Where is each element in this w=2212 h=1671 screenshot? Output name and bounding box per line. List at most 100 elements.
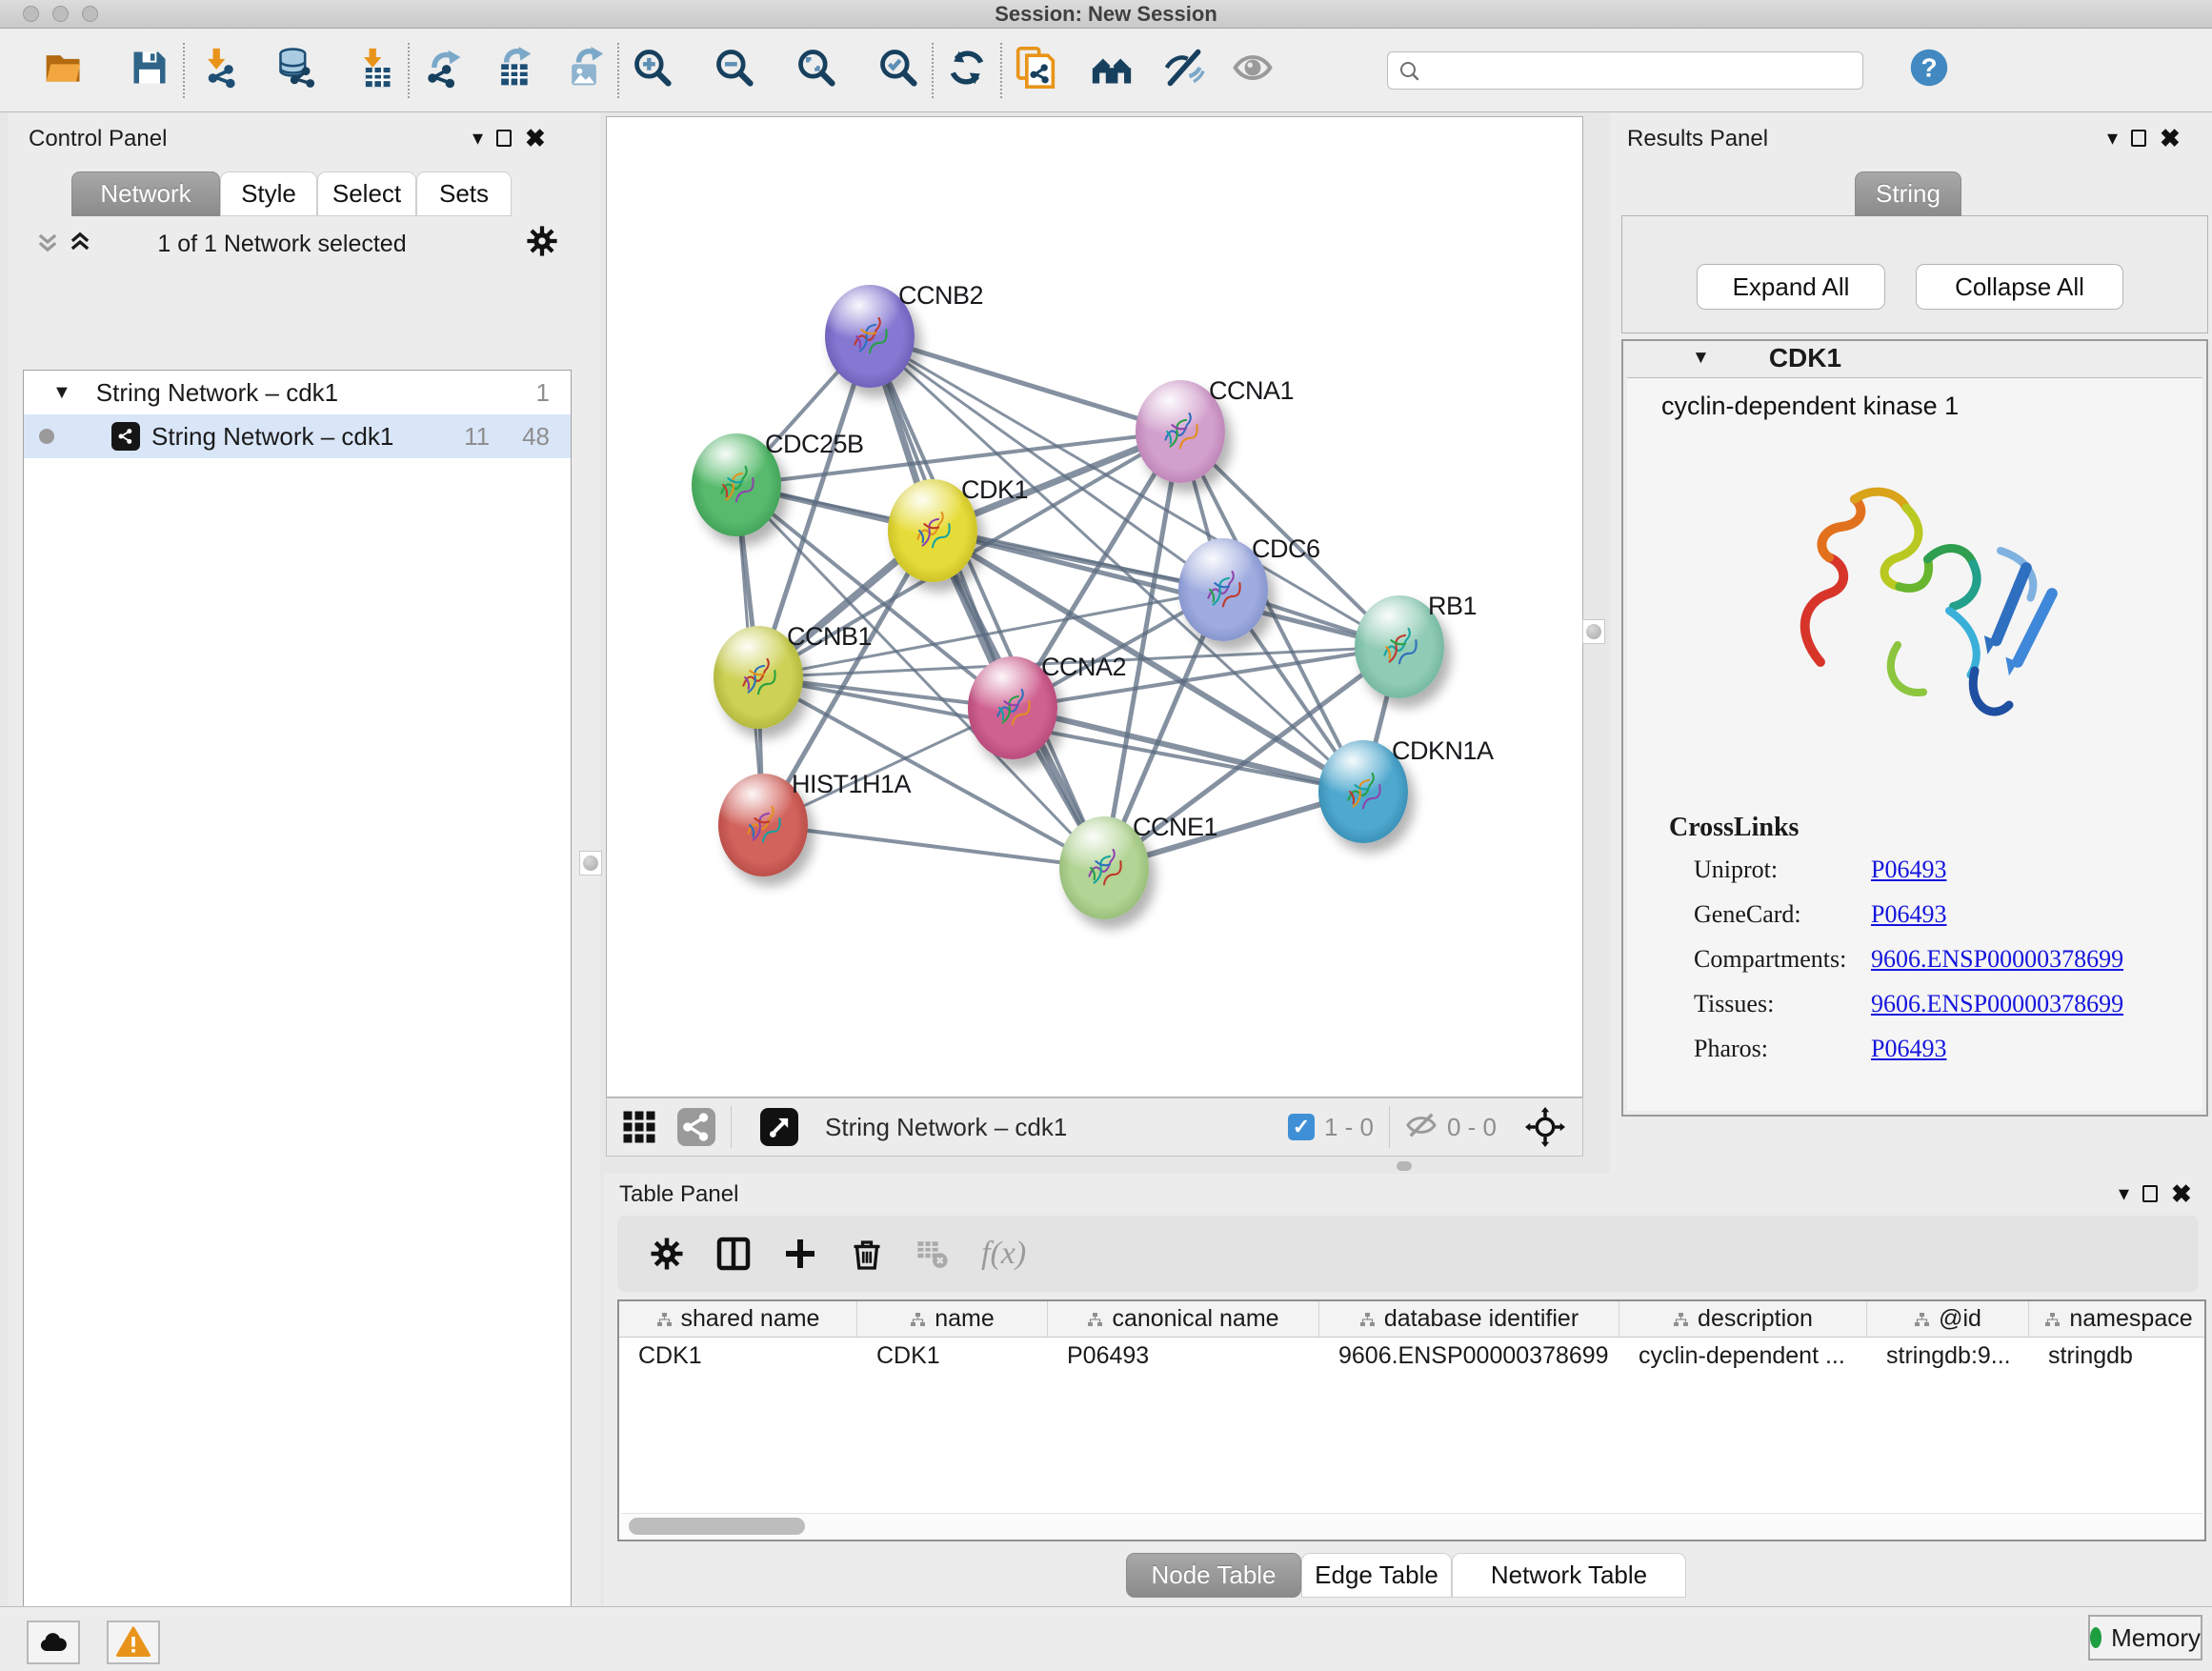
table-panel-title: Table Panel	[619, 1181, 738, 1208]
table-panel-close-icon[interactable]: ✖	[2171, 1181, 2192, 1206]
splitter-handle-bottom[interactable]	[1397, 1161, 1412, 1171]
table-horizontal-scrollbar[interactable]	[621, 1513, 2202, 1538]
birdseye-grid-button[interactable]	[622, 1110, 656, 1144]
network-edge-HIST1H1A-CCNE1[interactable]	[763, 825, 1104, 868]
tab-edge-table[interactable]: Edge Table	[1301, 1553, 1452, 1598]
table-panel-menu-icon[interactable]: ▾	[2119, 1183, 2129, 1204]
apply-layout-button[interactable]	[945, 49, 989, 92]
network-options-gear-icon[interactable]	[526, 225, 558, 262]
table-header-namespace[interactable]: namespace	[2029, 1301, 2206, 1337]
control-panel-menu-icon[interactable]: ▾	[473, 128, 483, 149]
collection-collapse-icon[interactable]: ▼	[52, 382, 71, 404]
function-builder-icon[interactable]: f(x)	[981, 1236, 1026, 1272]
warning-button[interactable]	[107, 1621, 160, 1664]
protein-structure-thumb	[738, 797, 788, 853]
hidden-eye-icon	[1405, 1109, 1438, 1146]
crosslink-row: Uniprot:P06493	[1627, 847, 2202, 892]
search-input[interactable]	[1387, 51, 1863, 90]
selected-checkbox-icon[interactable]: ✓	[1288, 1114, 1315, 1140]
export-table-button[interactable]	[492, 49, 535, 92]
table-cell[interactable]: stringdb:9...	[1867, 1338, 2029, 1374]
tab-network-table[interactable]: Network Table	[1452, 1553, 1686, 1598]
network-node-label-cdc6: CDC6	[1252, 534, 1320, 564]
expand-all-button[interactable]: Expand All	[1697, 264, 1885, 310]
splitter-handle-left[interactable]	[579, 851, 602, 876]
import-network-file-button[interactable]	[196, 49, 240, 92]
gene-collapse-icon[interactable]: ▼	[1692, 348, 1710, 369]
table-cell[interactable]: P06493	[1048, 1338, 1319, 1374]
open-session-button[interactable]	[42, 49, 86, 92]
crosslink-link[interactable]: P06493	[1871, 900, 1946, 929]
table-panel-float-icon[interactable]	[2142, 1185, 2158, 1202]
crosslink-link[interactable]: P06493	[1871, 1035, 1946, 1063]
import-network-icon	[197, 47, 239, 93]
zoom-out-icon	[714, 47, 755, 93]
collapse-all-button[interactable]: Collapse All	[1916, 264, 2123, 310]
table-data-row[interactable]: CDK1CDK1P064939606.ENSP00000378699cyclin…	[619, 1338, 2204, 1374]
table-cell[interactable]: 9606.ENSP00000378699	[1319, 1338, 1619, 1374]
import-network-database-button[interactable]	[274, 49, 318, 92]
network-canvas[interactable]: CCNB2CCNA1CDC25BCDK1CDC6RB1CCNB1CCNA2CDK…	[606, 116, 1583, 1097]
table-header-canonical-name[interactable]: canonical name	[1048, 1301, 1319, 1337]
delete-table-icon[interactable]	[916, 1238, 949, 1270]
table-cell[interactable]: CDK1	[619, 1338, 857, 1374]
gene-header-row[interactable]: ▼ CDK1	[1623, 341, 2206, 375]
tab-node-table[interactable]: Node Table	[1126, 1553, 1301, 1598]
export-network-button[interactable]	[421, 49, 465, 92]
zoom-out-button[interactable]	[713, 49, 756, 92]
tab-sets[interactable]: Sets	[416, 171, 512, 216]
memory-button[interactable]: Memory	[2088, 1615, 2202, 1661]
cloud-button[interactable]	[27, 1621, 80, 1664]
crosslink-link[interactable]: 9606.ENSP00000378699	[1871, 990, 2123, 1018]
table-cell[interactable]: cyclin-dependent ...	[1619, 1338, 1867, 1374]
table-cell[interactable]: stringdb	[2029, 1338, 2206, 1374]
tab-string[interactable]: String	[1855, 171, 1961, 216]
export-image-button[interactable]	[562, 49, 606, 92]
table-header-shared-name[interactable]: shared name	[619, 1301, 857, 1337]
delete-column-icon[interactable]	[850, 1237, 884, 1271]
crosslink-link[interactable]: 9606.ENSP00000378699	[1871, 945, 2123, 974]
results-panel-float-icon[interactable]	[2131, 130, 2146, 147]
table-header-database-identifier[interactable]: database identifier	[1319, 1301, 1619, 1337]
protein-structure-thumb	[1156, 404, 1205, 459]
zoom-fit-button[interactable]	[794, 49, 838, 92]
network-tree: ▼ String Network – cdk1 1 String Network…	[23, 370, 572, 1671]
add-column-icon[interactable]	[783, 1237, 817, 1271]
two-houses-button[interactable]	[1090, 49, 1134, 92]
protein-structure-thumb	[845, 309, 895, 364]
network-collection-row[interactable]: ▼ String Network – cdk1 1	[24, 371, 571, 414]
tab-select[interactable]: Select	[317, 171, 416, 216]
column-branch-icon	[2044, 1312, 2061, 1327]
table-scrollbar-thumb[interactable]	[629, 1518, 805, 1535]
zoom-selected-button[interactable]	[876, 49, 920, 92]
network-badge-icon[interactable]	[677, 1108, 715, 1146]
table-header--id[interactable]: @id	[1867, 1301, 2029, 1337]
help-button[interactable]: ?	[1907, 49, 1951, 92]
svg-text:?: ?	[1920, 53, 1937, 83]
table-header-description[interactable]: description	[1619, 1301, 1867, 1337]
column-branch-icon	[910, 1312, 926, 1327]
open-in-window-button[interactable]	[760, 1108, 798, 1146]
import-table-file-button[interactable]	[352, 49, 396, 92]
crosslink-link[interactable]: P06493	[1871, 856, 1946, 884]
hide-selected-button[interactable]	[1162, 49, 1206, 92]
table-settings-gear-icon[interactable]	[650, 1237, 684, 1271]
splitter-handle-right[interactable]	[1582, 619, 1605, 644]
show-columns-icon[interactable]	[716, 1237, 751, 1271]
zoom-in-button[interactable]	[631, 49, 674, 92]
show-all-button[interactable]	[1231, 49, 1275, 92]
tab-style[interactable]: Style	[220, 171, 317, 216]
network-row[interactable]: String Network – cdk1 11 48	[24, 414, 571, 458]
network-edge-CCNB2-CCNA1[interactable]	[870, 336, 1180, 432]
navigate-crosshair-icon[interactable]	[1525, 1107, 1565, 1147]
results-panel-close-icon[interactable]: ✖	[2160, 126, 2181, 151]
table-header-name[interactable]: name	[857, 1301, 1048, 1337]
control-panel-float-icon[interactable]	[496, 130, 512, 147]
control-panel-close-icon[interactable]: ✖	[525, 126, 546, 151]
table-cell[interactable]: CDK1	[857, 1338, 1048, 1374]
first-neighbors-button[interactable]	[1014, 49, 1057, 92]
tab-network[interactable]: Network	[71, 171, 220, 216]
results-panel-menu-icon[interactable]: ▾	[2107, 128, 2118, 149]
houses-icon	[1091, 47, 1133, 93]
save-session-button[interactable]	[128, 49, 171, 92]
